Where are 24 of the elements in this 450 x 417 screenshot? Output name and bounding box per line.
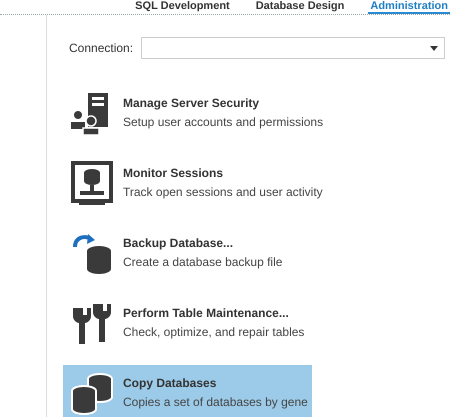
task-description: Copies a set of databases by gene <box>123 395 308 409</box>
monitor-icon <box>71 160 113 204</box>
task-item[interactable]: Manage Server Security Setup user accounts and permissions <box>63 85 328 140</box>
task-description: Track open sessions and user activity <box>123 185 323 199</box>
databases-icon <box>70 370 114 414</box>
task-description: Check, optimize, and repair tables <box>123 325 304 339</box>
task-item[interactable]: Backup Database... Create a database backup file <box>63 225 311 280</box>
tab[interactable]: Administration <box>368 0 450 14</box>
connection-dropdown[interactable] <box>141 37 445 59</box>
task-item[interactable]: Perform Table Maintenance... Check, optimize, and repair tables <box>63 295 311 350</box>
wrenches-icon <box>71 302 113 344</box>
connection-label: Connection: <box>69 41 134 55</box>
task-title: Monitor Sessions <box>123 166 224 180</box>
task-title: Manage Server Security <box>123 96 260 110</box>
task-description: Setup user accounts and permissions <box>123 115 324 129</box>
task-title: Perform Table Maintenance... <box>123 306 290 320</box>
caret-icon <box>430 46 438 50</box>
task-item[interactable]: Monitor Sessions Track open sessions and user activity <box>63 155 327 210</box>
task-description: Create a database backup file <box>123 255 282 269</box>
tab[interactable]: SQL Development <box>133 0 232 14</box>
task-title: Copy Databases <box>123 376 218 390</box>
tab[interactable]: Database Design <box>254 0 346 14</box>
task-title: Backup Database... <box>123 236 234 250</box>
task-item[interactable]: Copy Databases Copies a set of databases by gene <box>63 365 312 417</box>
